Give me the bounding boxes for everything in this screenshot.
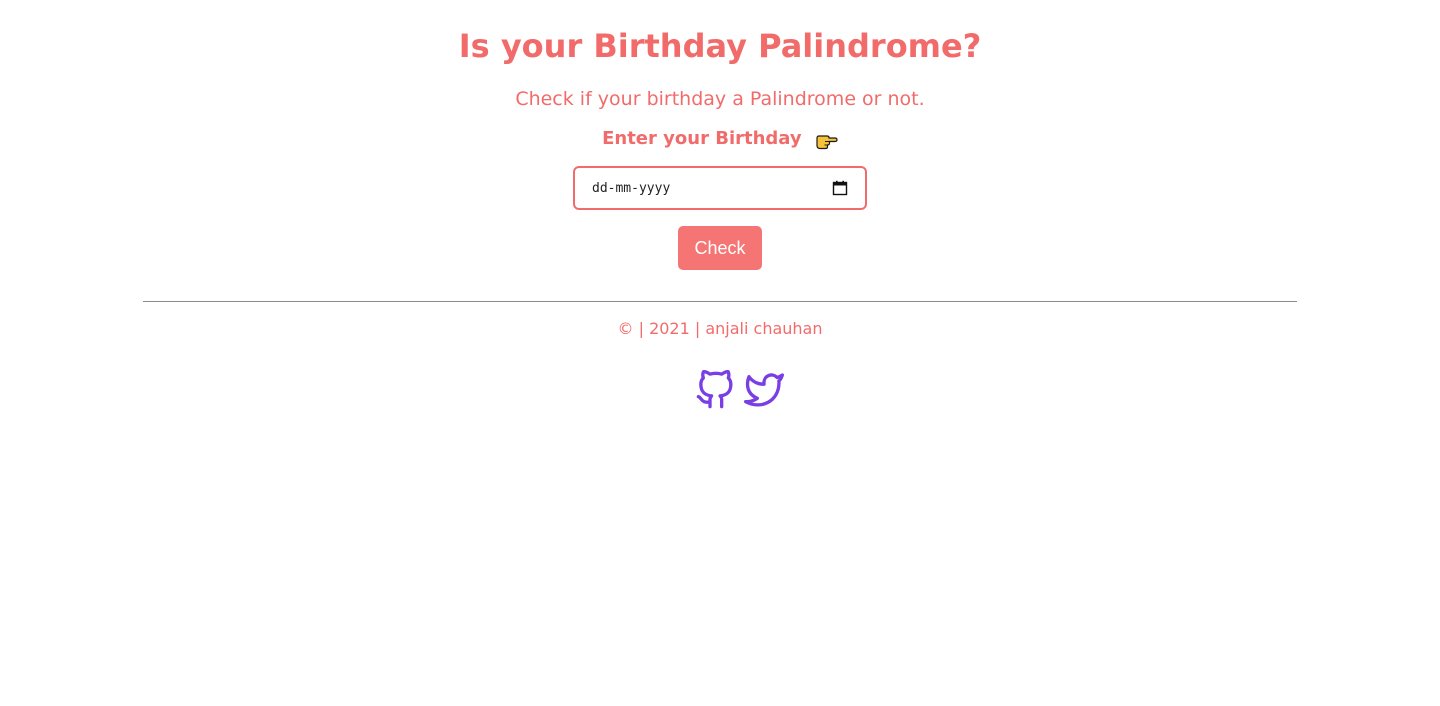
birthday-label: Enter your Birthday xyxy=(602,128,802,149)
social-links xyxy=(695,369,790,414)
github-icon xyxy=(696,369,733,409)
check-button[interactable]: Check xyxy=(678,226,762,270)
page-subtitle: Check if your birthday a Palindrome or n… xyxy=(515,88,925,110)
birthday-date-field[interactable] xyxy=(573,166,867,210)
footer-copyright: © | 2021 | anjali chauhan xyxy=(617,319,823,338)
github-link[interactable] xyxy=(695,369,735,414)
birthday-label-row: Enter your Birthday xyxy=(0,126,1440,158)
page-title: Is your Birthday Palindrome? xyxy=(458,27,982,65)
twitter-icon xyxy=(744,373,784,407)
page: Is your Birthday Palindrome? Check if yo… xyxy=(0,0,1440,706)
pointing-hand-icon xyxy=(814,130,838,158)
birthday-date-input[interactable] xyxy=(575,168,792,208)
twitter-link[interactable] xyxy=(743,370,785,414)
footer-divider xyxy=(143,301,1297,302)
calendar-icon[interactable] xyxy=(832,180,848,196)
